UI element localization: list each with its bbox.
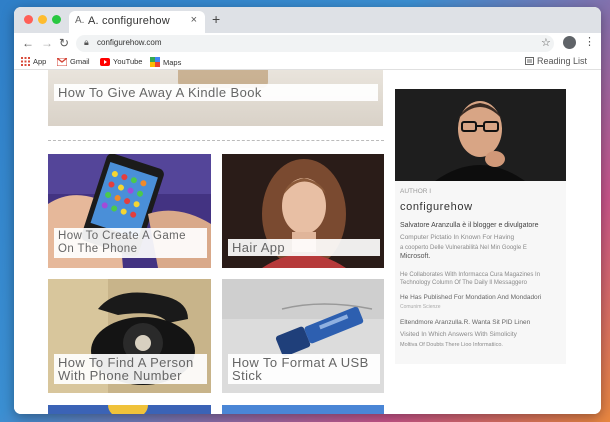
bookmark-label: YouTube [113, 57, 143, 66]
author-photo [395, 89, 566, 181]
author-bio-line: He Collaborates With Informacca Cura Mag… [400, 272, 541, 286]
article-card-person[interactable]: How To Find A Person With Phone Number [48, 279, 211, 393]
author-name[interactable]: configurehow [400, 201, 560, 213]
article-card-game[interactable]: How To Create A Game On The Phone [48, 154, 211, 268]
maps-icon [150, 57, 160, 67]
profile-avatar-icon[interactable] [563, 36, 576, 49]
author-bio-line: Computer Pictatio In Known For Having [400, 234, 515, 241]
author-bio-line: Comunim Scienze [400, 304, 441, 310]
bookmark-app[interactable]: App [21, 57, 46, 66]
bookmark-maps[interactable]: Maps [150, 57, 181, 67]
article-card-usb[interactable]: How To Format A USB Stick [222, 279, 384, 393]
reading-list-icon [525, 57, 534, 65]
zoom-window-button[interactable] [52, 15, 61, 24]
article-title[interactable]: How To Format A USB Stick [228, 354, 380, 384]
url-text: configurehow.com [97, 38, 162, 47]
author-bio-line: a cooperto Delle Vulnerabilità Nel Min G… [400, 245, 527, 251]
author-bio-line: Visited In Which Answers With Simolicity [400, 331, 517, 338]
close-window-button[interactable] [24, 15, 33, 24]
article-card-bottom-left[interactable] [48, 405, 211, 414]
tab-favicon-icon: A. [75, 15, 85, 26]
article-card-bottom-right[interactable] [222, 405, 384, 414]
author-sidebar: AUTHOR I configurehow Salvatore Aranzull… [395, 89, 566, 364]
tab-bar: A. A. configurehow × + [14, 7, 601, 33]
bookmark-gmail[interactable]: Gmail [57, 57, 90, 66]
article-card-hair[interactable]: Hair App [222, 154, 384, 268]
article-title[interactable]: Hair App [228, 239, 380, 256]
tab-configurehow[interactable]: A. A. configurehow × [69, 11, 205, 33]
lock-icon: 🔒︎ [84, 37, 89, 47]
bookmark-label: App [33, 57, 47, 66]
menu-kebab-icon[interactable]: ⋮ [584, 35, 595, 48]
bookmark-label: Maps [163, 57, 182, 67]
browser-window: A. A. configurehow × + ← → ↻ 🔒︎ configur… [14, 7, 601, 414]
youtube-icon [100, 57, 110, 66]
browser-toolbar: ← → ↻ 🔒︎ configurehow.com ☆ ⋮ [14, 33, 601, 55]
article-title[interactable]: How To Create A Game On The Phone [54, 228, 207, 258]
article-card-kindle[interactable]: How To Give Away A Kindle Book [48, 70, 383, 126]
new-tab-button[interactable]: + [212, 11, 220, 27]
tab-title: A. configurehow [88, 15, 170, 27]
reload-icon[interactable]: ↻ [59, 36, 69, 50]
article-title[interactable]: How To Find A Person With Phone Number [54, 354, 207, 384]
close-tab-icon[interactable]: × [191, 14, 197, 26]
author-bio-line: Microsoft. [400, 253, 431, 260]
bookmarks-bar: App Gmail YouTube Maps Reading List [14, 55, 601, 70]
page-content: How To Give Away A Kindle Book How To Cr… [14, 70, 601, 414]
forward-arrow-icon[interactable]: → [41, 36, 53, 50]
article-title[interactable]: How To Give Away A Kindle Book [54, 84, 378, 101]
bookmark-youtube[interactable]: YouTube [100, 57, 142, 66]
author-bio-line: Moltiva Of Doubts There Lioo Informatiic… [400, 342, 503, 348]
author-bio-line: Salvatore Aranzulla è il blogger e divul… [400, 222, 539, 229]
author-bio-line: He Has Published For Mondation And Monda… [400, 294, 542, 301]
section-divider [48, 140, 384, 141]
author-bio-line: Eltendmore Aranzulla.R. Wanta Sit PID Li… [400, 319, 531, 326]
author-portrait-image [395, 89, 566, 181]
minimize-window-button[interactable] [38, 15, 47, 24]
author-label: AUTHOR I [400, 188, 432, 195]
apps-grid-icon [21, 57, 30, 66]
reading-list-button[interactable]: Reading List [525, 56, 587, 66]
gmail-icon [57, 57, 67, 66]
bookmark-label: Gmail [70, 57, 90, 66]
reading-list-label: Reading List [537, 56, 588, 66]
bookmark-star-icon[interactable]: ☆ [541, 36, 551, 49]
address-bar[interactable]: 🔒︎ configurehow.com [76, 35, 554, 52]
back-arrow-icon[interactable]: ← [22, 36, 34, 50]
